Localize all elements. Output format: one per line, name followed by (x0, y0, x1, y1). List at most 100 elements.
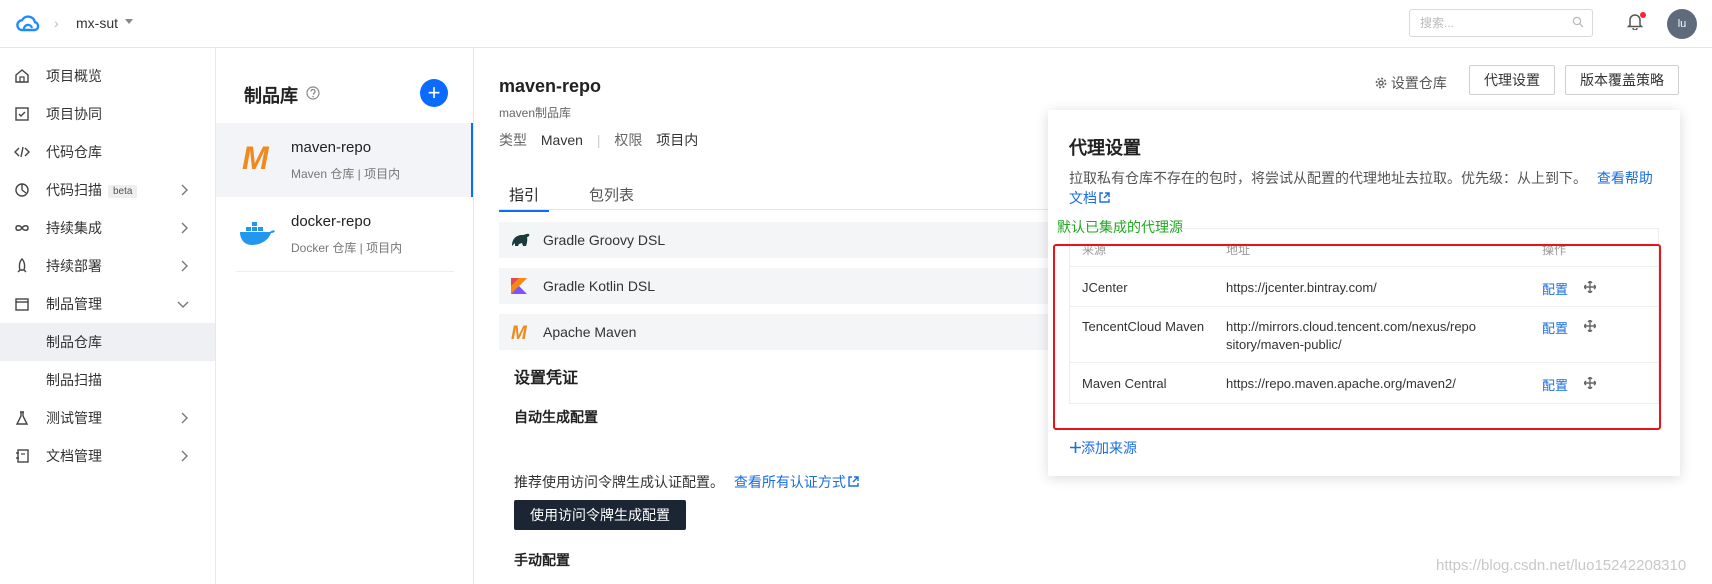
sidebar-item-artifacts[interactable]: 制品管理 (0, 285, 215, 323)
guide-gradle-groovy[interactable]: Gradle Groovy DSL (499, 222, 1059, 258)
configure-link[interactable]: 配置 (1542, 318, 1568, 337)
maven-logo-icon: M (242, 143, 270, 173)
source-url: https://jcenter.bintray.com/ (1226, 280, 1377, 295)
gradle-icon (512, 233, 530, 246)
source-url: http://mirrors.cloud.tencent.com/nexus/r… (1226, 319, 1477, 352)
column-header-action: 操作 (1542, 243, 1567, 257)
tab-package-list[interactable]: 包列表 (589, 184, 634, 205)
drag-handle-icon[interactable] (1584, 281, 1596, 293)
scan-icon (15, 183, 29, 197)
flask-icon (15, 411, 29, 425)
add-repo-button[interactable]: + (420, 79, 448, 107)
help-circle-icon[interactable] (306, 86, 320, 100)
credentials-title: 设置凭证 (514, 370, 579, 387)
maven-logo-icon: M (511, 323, 528, 341)
external-link-icon (848, 476, 859, 487)
table-row: TencentCloud Maven http://mirrors.cloud.… (1070, 307, 1658, 363)
version-override-button[interactable]: 版本覆盖策略 (1565, 65, 1679, 95)
external-link-icon (1099, 192, 1110, 203)
docker-logo-icon (240, 222, 275, 245)
svg-text:M: M (511, 323, 528, 341)
infinity-icon (15, 225, 29, 231)
cloud-logo-icon[interactable] (14, 10, 42, 38)
svg-text:M: M (242, 143, 270, 173)
sidebar-item-ci[interactable]: 持续集成 (0, 209, 215, 247)
tab-bar: 指引 包列表 (499, 180, 1059, 212)
sidebar-item-artifact-repo[interactable]: 制品仓库 (0, 323, 215, 361)
source-name: JCenter (1082, 280, 1128, 295)
beta-badge: beta (108, 184, 138, 198)
code-icon (14, 146, 30, 158)
sidebar-item-label: 代码扫描 (46, 182, 102, 198)
chevron-right-icon (181, 450, 188, 462)
divider (236, 271, 454, 272)
chevron-right-icon (181, 222, 188, 234)
sidebar-item-overview[interactable]: 项目概览 (0, 57, 215, 95)
table-row: JCenter https://jcenter.bintray.com/ 配置 (1070, 267, 1658, 307)
proxy-panel-title: 代理设置 (1069, 138, 1141, 158)
page-subtitle: maven制品库 (499, 106, 572, 120)
proxy-settings-popover: 代理设置 拉取私有仓库不存在的包时，将尝试从配置的代理地址去拉取。优先级：从上到… (1048, 110, 1680, 476)
caret-down-icon[interactable] (125, 19, 133, 24)
repo-list-panel: 制品库 + M maven-repo Maven 仓库 | 项目内 docker… (216, 48, 474, 584)
chevron-right-icon (181, 260, 188, 272)
settings-repo-link[interactable]: 设置仓库 (1375, 73, 1447, 93)
sidebar-item-testing[interactable]: 测试管理 (0, 399, 215, 437)
sidebar: 项目概览 项目协同 代码仓库 代码扫描 beta 持续集成 持续部署 制品管理 制… (0, 48, 216, 584)
configure-link[interactable]: 配置 (1542, 279, 1568, 298)
source-url: https://repo.maven.apache.org/maven2/ (1226, 376, 1456, 391)
proxy-panel-description: 拉取私有仓库不存在的包时，将尝试从配置的代理地址去拉取。优先级：从上到下。 查看… (1069, 170, 1653, 206)
add-source-button[interactable]: 添加来源 (1070, 438, 1137, 458)
repo-item-maven[interactable]: M maven-repo Maven 仓库 | 项目内 (216, 123, 473, 197)
plus-icon (1070, 442, 1081, 453)
gear-icon (1375, 77, 1387, 89)
tab-guide[interactable]: 指引 (499, 184, 550, 212)
page-title: maven-repo (499, 76, 602, 96)
proxy-sources-table: 来源 地址 操作 JCenter https://jcenter.bintray… (1069, 228, 1659, 404)
sidebar-item-code-scan[interactable]: 代码扫描 beta (0, 171, 215, 209)
chevron-down-icon (177, 301, 189, 308)
breadcrumb-separator-icon: › (54, 15, 59, 31)
box-icon (15, 298, 29, 311)
repo-list-title: 制品库 (244, 86, 298, 106)
search-icon[interactable] (1572, 16, 1584, 28)
sidebar-item-collaboration[interactable]: 项目协同 (0, 95, 215, 133)
notification-dot (1640, 12, 1646, 18)
sidebar-item-docs[interactable]: 文档管理 (0, 437, 215, 475)
check-square-icon (15, 107, 29, 121)
auto-config-title: 自动生成配置 (514, 409, 598, 425)
configure-link[interactable]: 配置 (1542, 375, 1568, 394)
repo-item-docker[interactable]: docker-repo Docker 仓库 | 项目内 (216, 197, 473, 271)
recommend-text: 推荐使用访问令牌生成认证配置。 查看所有认证方式 (514, 472, 859, 492)
all-auth-methods-link[interactable]: 查看所有认证方式 (734, 474, 859, 490)
type-value: Maven (540, 132, 583, 148)
watermark: https://blog.csdn.net/luo15242208310 (1436, 557, 1687, 574)
project-selector[interactable]: mx-sut (76, 15, 118, 31)
guide-gradle-kotlin[interactable]: Gradle Kotlin DSL (499, 268, 1059, 304)
drag-handle-icon[interactable] (1584, 320, 1596, 332)
meta-separator: | (596, 132, 601, 148)
chevron-right-icon (181, 412, 188, 424)
proxy-settings-button[interactable]: 代理设置 (1469, 65, 1555, 95)
sidebar-item-artifact-scan[interactable]: 制品扫描 (0, 361, 215, 399)
kotlin-icon (511, 278, 527, 294)
type-label: 类型 (499, 132, 527, 148)
source-name: Maven Central (1082, 376, 1167, 391)
drag-handle-icon[interactable] (1584, 377, 1596, 389)
table-row: Maven Central https://repo.maven.apache.… (1070, 363, 1658, 403)
avatar[interactable]: lu (1667, 9, 1697, 39)
search-input[interactable] (1410, 10, 1560, 36)
sidebar-item-code-repo[interactable]: 代码仓库 (0, 133, 215, 171)
home-icon (15, 69, 29, 83)
rocket-icon (17, 258, 27, 273)
search-box[interactable] (1409, 9, 1593, 37)
book-icon (16, 449, 29, 463)
top-bar: › mx-sut lu (0, 0, 1712, 48)
guide-apache-maven[interactable]: M Apache Maven (499, 314, 1059, 350)
chevron-right-icon (181, 184, 188, 196)
default-sources-annotation: 默认已集成的代理源 (1057, 219, 1183, 235)
sidebar-item-cd[interactable]: 持续部署 (0, 247, 215, 285)
manual-config-title: 手动配置 (514, 552, 570, 568)
column-header-source: 来源 (1082, 243, 1107, 257)
generate-token-config-button[interactable]: 使用访问令牌生成配置 (514, 500, 686, 530)
